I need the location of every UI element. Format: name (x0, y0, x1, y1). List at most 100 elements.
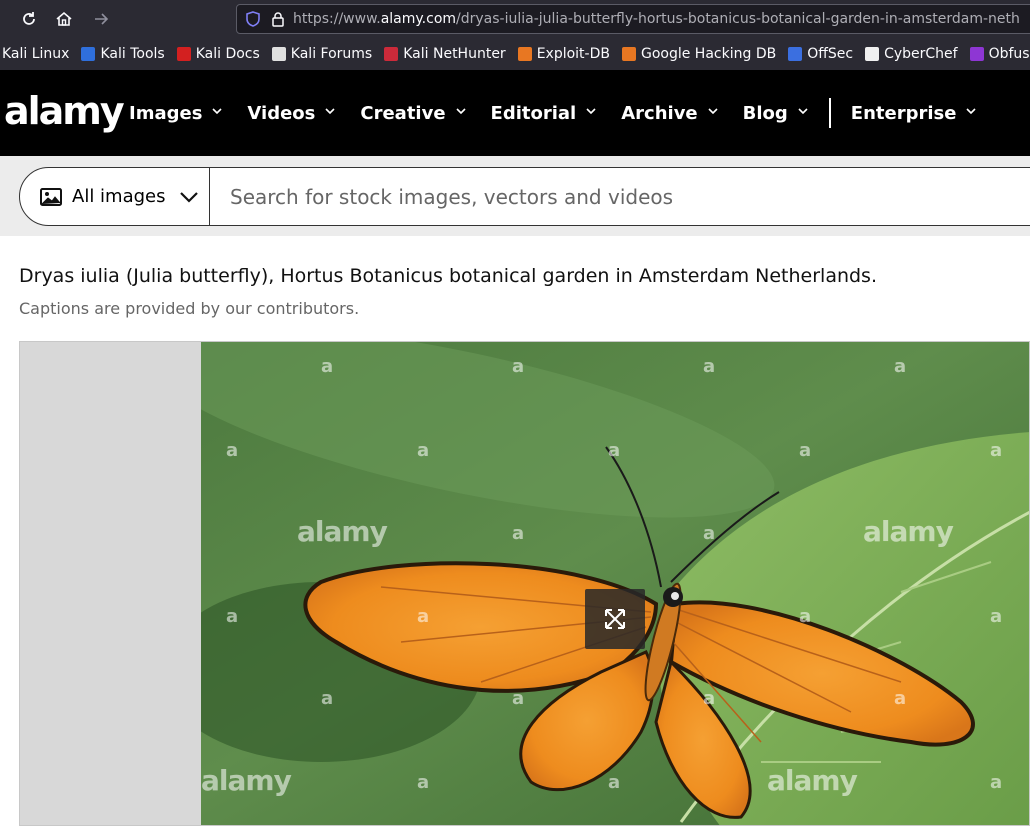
menu-item-blog[interactable]: Blog (743, 103, 808, 124)
menu-divider (828, 98, 831, 128)
watermark: a (321, 356, 334, 377)
image-viewer: a a a a a a a a a alamy a a alamy a a a … (19, 341, 1030, 826)
watermark: a (799, 606, 812, 627)
bookmark-item[interactable]: Google Hacking DB (621, 46, 777, 62)
shield-icon[interactable] (245, 11, 261, 27)
watermark: a (608, 440, 621, 461)
bookmark-label: Kali Tools (100, 46, 165, 62)
bookmark-item[interactable]: Exploit-DB (517, 46, 610, 62)
menu-item-creative[interactable]: Creative (360, 102, 466, 124)
bookmark-label: Kali Forums (290, 46, 373, 62)
url-domain: alamy.com (380, 11, 457, 27)
reload-icon[interactable] (18, 8, 40, 30)
watermark: a (321, 688, 334, 709)
watermark: a (990, 606, 1003, 627)
watermark: a (990, 440, 1003, 461)
main-menu: Images Videos Creative Editorial Archive Blog… (129, 70, 1001, 156)
watermark: a (417, 772, 430, 793)
bookmark-label: Kali Docs (195, 46, 260, 62)
bookmark-label: Exploit-DB (536, 46, 610, 62)
chevron-down-icon (179, 191, 199, 203)
watermark: a (512, 688, 525, 709)
bookmark-label: OffSec (807, 46, 854, 62)
menu-item-label: Creative (360, 102, 446, 124)
chevron-down-icon (212, 108, 222, 118)
alamy-logo[interactable]: alamy (4, 86, 125, 136)
bookmark-icon (517, 47, 532, 61)
bookmark-label: CyberChef (884, 46, 958, 62)
expand-icon (605, 609, 625, 629)
watermark: a (703, 688, 716, 709)
bookmark-label: Kali NetHunter (403, 46, 506, 62)
bookmark-item[interactable]: Kali Docs (176, 46, 260, 62)
chevron-down-icon (325, 108, 335, 118)
menu-item-archive[interactable]: Archive (621, 102, 718, 124)
url-prefix: https://www. (293, 11, 381, 27)
butterfly-photo[interactable]: a a a a a a a a a alamy a a alamy a a a … (201, 342, 1029, 825)
bookmark-icon (865, 47, 880, 61)
watermark: alamy (297, 515, 388, 548)
bookmark-icon (384, 47, 399, 61)
bookmark-icon (969, 47, 984, 61)
menu-item-label: Blog (742, 102, 788, 124)
bookmark-icon (271, 47, 286, 61)
chevron-down-icon (798, 108, 808, 118)
bookmark-item[interactable]: Kali Tools (81, 46, 165, 62)
watermark: a (990, 772, 1003, 793)
bookmark-item[interactable]: CyberChef (865, 46, 958, 62)
category-select[interactable]: All images (20, 168, 210, 225)
watermark: a (512, 356, 525, 377)
menu-item-label: Archive (621, 102, 698, 124)
search-row: All images (0, 156, 1030, 236)
url-text: https://www.alamy.com/dryas-iulia-julia-… (293, 11, 1020, 27)
menu-item-videos[interactable]: Videos (247, 103, 335, 124)
watermark: a (417, 606, 430, 627)
search-box: All images (19, 167, 1030, 226)
menu-item-editorial[interactable]: Editorial (491, 103, 597, 124)
menu-item-enterprise[interactable]: Enterprise (851, 103, 977, 124)
bookmark-icon (81, 47, 96, 61)
bookmarks-bar: Kali Linux Kali Tools Kali Docs Kali Forums… (0, 38, 1030, 70)
watermark: a (703, 356, 716, 377)
butterfly-photo-illustration (201, 342, 1029, 825)
chevron-down-icon (966, 108, 977, 118)
watermark: alamy (201, 764, 292, 797)
image-icon (40, 187, 62, 207)
watermark: a (894, 356, 907, 377)
bookmark-icon (788, 47, 803, 61)
bookmark-item[interactable]: Kali NetHunter (384, 46, 506, 62)
search-input[interactable] (210, 168, 1030, 225)
bookmark-item[interactable]: Obfuscator (969, 46, 1030, 62)
watermark: a (894, 688, 907, 709)
chevron-down-icon (708, 108, 718, 118)
menu-item-label: Videos (247, 102, 316, 124)
expand-image-button[interactable] (585, 589, 645, 649)
lock-icon[interactable] (271, 11, 285, 27)
address-bar[interactable]: https://www.alamy.com/dryas-iulia-julia-… (236, 4, 1030, 34)
watermark: a (417, 440, 430, 461)
image-caption-note: Captions are provided by our contributor… (19, 299, 360, 318)
watermark: a (608, 772, 621, 793)
menu-item-images[interactable]: Images (129, 103, 222, 124)
bookmark-label: Google Hacking DB (640, 46, 777, 62)
watermark: a (799, 440, 812, 461)
watermark: a (512, 523, 525, 544)
watermark: a (703, 523, 716, 544)
url-path: /dryas-iulia-julia-butterfly-hortus-bota… (456, 11, 1020, 27)
home-icon[interactable] (53, 8, 75, 30)
chevron-down-icon (586, 108, 596, 118)
bookmark-label: Kali Linux (2, 46, 70, 62)
bookmark-label: Obfuscator (988, 46, 1030, 62)
menu-item-label: Editorial (490, 102, 577, 124)
bookmark-item[interactable]: OffSec (788, 46, 853, 62)
watermark: alamy (767, 764, 858, 797)
site-header: alamy Images Videos Creative Editorial Archi… (0, 70, 1030, 156)
menu-item-label: Images (129, 102, 203, 124)
bookmark-item[interactable]: Kali Linux (2, 46, 69, 62)
watermark: a (226, 440, 239, 461)
menu-item-label: Enterprise (850, 102, 957, 124)
bookmark-icon (621, 47, 636, 61)
bookmark-item[interactable]: Kali Forums (271, 46, 373, 62)
forward-icon[interactable] (90, 8, 112, 30)
image-caption-title: Dryas iulia (Julia butterfly), Hortus Bo… (19, 265, 877, 287)
